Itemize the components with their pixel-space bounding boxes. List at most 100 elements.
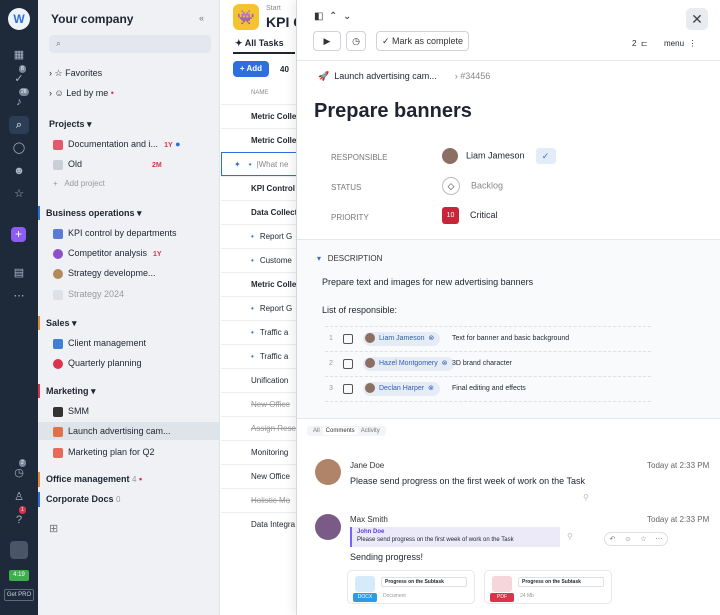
- help-icon[interactable]: ? 1: [9, 506, 29, 529]
- checkbox[interactable]: [343, 384, 353, 394]
- bell-icon[interactable]: ♪ 28: [9, 88, 29, 111]
- sidebar-item-launch[interactable]: Launch advertising cam...: [38, 422, 220, 440]
- more-icon[interactable]: ⋯: [9, 287, 29, 305]
- more-icon[interactable]: ⋯: [656, 535, 663, 543]
- task-row[interactable]: Metric Colle: [221, 128, 296, 152]
- description-header[interactable]: ▾ DESCRIPTION: [317, 254, 382, 263]
- task-row[interactable]: ✦ • |What ne: [221, 152, 296, 176]
- new-folder-icon[interactable]: ⊞: [49, 520, 58, 538]
- group-business-operations[interactable]: Business operations ▾: [38, 206, 142, 220]
- task-row[interactable]: Assign Rese: [221, 416, 296, 440]
- projects-header[interactable]: Projects ▾: [49, 117, 92, 131]
- checkbox[interactable]: [343, 359, 353, 369]
- breadcrumb[interactable]: 🚀 Launch advertising cam... › #34456: [318, 71, 490, 82]
- star-icon[interactable]: ☆: [640, 535, 646, 543]
- reply-icon[interactable]: ↶: [609, 535, 615, 543]
- subtask-count[interactable]: 2 ⊏: [632, 39, 648, 48]
- sidebar-item-kpi[interactable]: KPI control by departments: [53, 224, 177, 242]
- task-row[interactable]: Metric Colle: [221, 272, 296, 296]
- task-row[interactable]: Data Collect: [221, 200, 296, 224]
- sidebar-item-strategy-2024[interactable]: Strategy 2024: [53, 285, 124, 303]
- task-row[interactable]: • Traffic a: [221, 344, 296, 368]
- add-user-icon[interactable]: ♙: [9, 488, 29, 506]
- people-icon[interactable]: ☻: [9, 162, 29, 180]
- mark-complete-label: Mark as complete: [392, 36, 464, 46]
- app-logo[interactable]: W: [8, 8, 30, 30]
- tab-activity[interactable]: Activity: [358, 427, 383, 435]
- remove-icon[interactable]: ⊗: [428, 385, 434, 392]
- task-row[interactable]: Unification: [221, 368, 296, 392]
- tab-all[interactable]: All: [310, 427, 323, 435]
- sparkle-icon: ✦: [234, 160, 241, 169]
- search-nav-icon[interactable]: ⌕: [9, 116, 29, 134]
- task-row[interactable]: • Report G: [221, 296, 296, 320]
- grid-icon[interactable]: ▦: [9, 46, 29, 64]
- task-row[interactable]: KPI Control: [221, 176, 296, 200]
- task-row[interactable]: • Traffic a: [221, 320, 296, 344]
- add-project-button[interactable]: + Add project: [53, 175, 105, 193]
- timer-button[interactable]: ◷: [346, 31, 366, 51]
- group-count: 4: [132, 475, 137, 484]
- sidebar-item-competitor[interactable]: Competitor analysis 1Y: [53, 244, 162, 262]
- task-row[interactable]: New Office: [221, 464, 296, 488]
- sidebar-item-quarterly[interactable]: Quarterly planning: [53, 354, 142, 372]
- priority-label: PRIORITY: [331, 213, 369, 222]
- quoted-comment[interactable]: John Doe Please send progress on the firs…: [350, 527, 560, 547]
- menu-button[interactable]: menu ⋮: [664, 39, 696, 48]
- star-icon[interactable]: ☆: [9, 185, 29, 203]
- mark-complete-button[interactable]: ✓ Mark as complete: [376, 31, 469, 51]
- task-row[interactable]: New Office: [221, 392, 296, 416]
- sidebar-item-smm[interactable]: SMM: [53, 402, 89, 420]
- task-id: #34456: [460, 71, 491, 81]
- tab-all-tasks[interactable]: ✦ All Tasks: [235, 38, 284, 49]
- priority-value[interactable]: 10 Critical: [442, 207, 498, 224]
- group-sales[interactable]: Sales ▾: [38, 316, 77, 330]
- person-chip[interactable]: Liam Jameson ⊗: [363, 332, 441, 346]
- group-marketing[interactable]: Marketing ▾: [38, 384, 96, 398]
- led-by-me-item[interactable]: › ☺ Led by me •: [49, 84, 114, 102]
- remove-icon[interactable]: ⊗: [428, 335, 434, 342]
- task-row[interactable]: Data Integra: [221, 512, 296, 536]
- tab-comments[interactable]: Comments: [322, 427, 358, 435]
- pin-icon[interactable]: ⚲: [567, 532, 573, 541]
- task-row[interactable]: • Custome: [221, 248, 296, 272]
- group-corporate-docs[interactable]: Corporate Docs 0: [38, 492, 120, 507]
- task-row[interactable]: • Report G: [221, 224, 296, 248]
- task-row[interactable]: Holistic Mo: [221, 488, 296, 512]
- task-row[interactable]: Metric Colle: [221, 104, 296, 128]
- description-text[interactable]: Prepare text and images for new advertis…: [322, 277, 533, 287]
- file-attachment[interactable]: DOCX Progress on the Subtask Document: [347, 570, 475, 604]
- table-icon[interactable]: ▤: [9, 264, 29, 282]
- emoji-icon[interactable]: ☺: [624, 536, 631, 543]
- collapse-icon[interactable]: «: [199, 13, 204, 23]
- get-pro-button[interactable]: Get PRO: [4, 589, 34, 601]
- task-row[interactable]: Monitoring: [221, 440, 296, 464]
- search-input[interactable]: ⌕: [49, 35, 211, 53]
- sidebar-item-documentation[interactable]: Documentation and i... 1Y ●: [53, 135, 181, 153]
- close-button[interactable]: ✕: [686, 8, 708, 30]
- file-attachment[interactable]: PDF Progress on the Subtask 24 Mb: [484, 570, 612, 604]
- user-avatar[interactable]: [10, 541, 28, 559]
- play-button[interactable]: ▶: [313, 31, 341, 51]
- add-task-button[interactable]: + Add: [233, 61, 269, 77]
- sidebar-item-client-mgmt[interactable]: Client management: [53, 334, 146, 352]
- check-icon[interactable]: ✓: [535, 148, 556, 164]
- sidebar-item-marketing-plan[interactable]: Marketing plan for Q2: [53, 443, 155, 461]
- checkbox[interactable]: [343, 334, 353, 344]
- sidebar-item-old[interactable]: Old 2M: [53, 155, 162, 173]
- group-office-management[interactable]: Office management 4 •: [38, 472, 142, 487]
- person-chip[interactable]: Hazel Montgomery ⊗: [363, 357, 454, 371]
- person-chip[interactable]: Declan Harper ⊗: [363, 382, 440, 396]
- sidebar-item-strategy-dev[interactable]: Strategy developme...: [53, 264, 156, 282]
- create-button[interactable]: +: [11, 227, 26, 242]
- responsible-value[interactable]: Liam Jameson ✓: [442, 148, 556, 164]
- panel-toggle-icon[interactable]: ◧ ⌃ ⌄: [314, 11, 351, 22]
- favorites-item[interactable]: › ☆ Favorites: [49, 64, 102, 82]
- tasks-icon[interactable]: ✓ 8: [9, 65, 29, 88]
- task-title[interactable]: Prepare banners: [314, 100, 472, 123]
- pin-icon[interactable]: ⚲: [583, 493, 589, 502]
- clock-icon[interactable]: ◷ 2: [9, 459, 29, 482]
- chat-icon[interactable]: ◯: [9, 139, 29, 157]
- remove-icon[interactable]: ⊗: [442, 360, 448, 367]
- status-value[interactable]: ◇ Backlog: [442, 177, 503, 195]
